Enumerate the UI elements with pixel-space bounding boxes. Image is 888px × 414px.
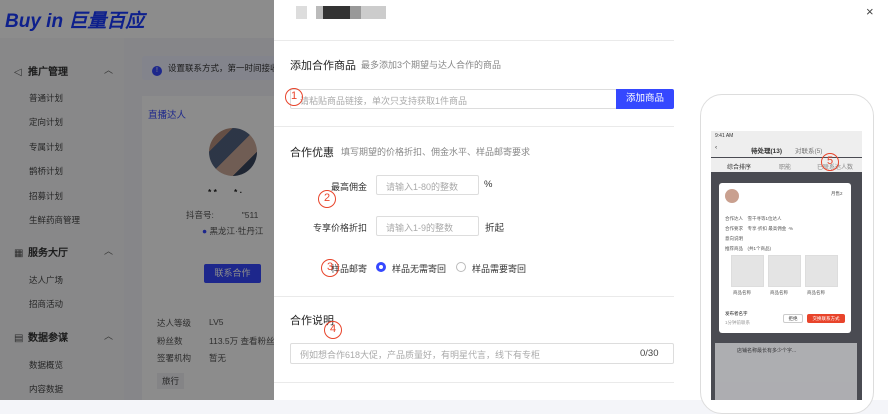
card-meta: 月售2 [831,191,843,196]
accept-button[interactable]: 交换联系方式 [807,314,845,323]
discount-label: 专享价格折扣 [313,223,368,233]
poster-name: 发布者名字 [725,311,748,316]
phone-subtab[interactable]: 职能 [779,162,791,171]
product-name: 商品名称 [807,290,825,295]
card-row: 合作达人 雪千寻等1位达人 [725,216,782,221]
annotation-marker-5: 5 [821,153,839,171]
phone-tab[interactable]: 待处理(13) [751,145,782,155]
card-row: 合作要求 专享·折扣 最高佣金 ·% [725,226,793,231]
phone-subtab[interactable]: 综合排序 [727,162,751,171]
notes-counter: 0/30 [640,348,659,359]
annotation-marker-2: 2 [318,190,336,208]
phone-nav-bar: ‹ 待处理(13) 对联系(5) [711,141,862,157]
phone-request-card: 月售2 合作达人 雪千寻等1位达人 合作要求 专享·折扣 最高佣金 ·% 意向说… [719,183,851,333]
radio-label-no-return[interactable]: 样品无需寄回 [392,262,446,275]
add-product-button[interactable]: 添加商品 [616,89,674,109]
divider [274,126,674,127]
divider [274,382,674,383]
notes-input[interactable]: 例如想合作618大促，产品质量好，有明星代言，线下有专柜 [290,343,674,364]
discount-input[interactable]: 请输入1-9的整数 [376,216,479,236]
product-image [731,255,764,287]
drawer-title-masked [296,6,386,19]
section-subtitle-product: 最多添加3个期望与达人合作的商品 [361,60,502,70]
phone-subtabs: 综合排序 职能 已联系达人数 [711,158,862,172]
card-row: 推荐商品 (共1个商品) [725,246,771,251]
poster-time: 1分钟前联系 [725,320,751,325]
radio-label-return[interactable]: 样品需要寄回 [472,262,526,275]
annotation-marker-1: 1 [285,88,303,106]
discount-unit: 折起 [485,223,505,234]
radio-no-return[interactable] [376,262,386,272]
store-name: 店铺名称最长有多少个字... [737,348,797,354]
phone-tab[interactable]: 对联系(5) [795,145,822,155]
product-link-input[interactable]: 请粘贴商品链接，单次只支持获取1件商品 [290,89,617,109]
product-image [768,255,801,287]
commission-unit: % [484,179,493,190]
back-icon[interactable]: ‹ [715,144,717,151]
divider [274,40,674,41]
reject-button[interactable]: 拒绝 [783,314,803,323]
product-name: 商品名称 [733,290,751,295]
avatar [725,189,739,203]
section-title-product: 添加合作商品 [290,60,356,72]
section-title-offer: 合作优惠 [290,147,334,159]
annotation-marker-4: 4 [324,321,342,339]
commission-label: 最高佣金 [331,182,368,192]
divider [274,296,674,297]
phone-screen: 9:41 AM ‹ 待处理(13) 对联系(5) 综合排序 职能 已联系达人数 … [711,131,862,400]
phone-list-item: 店铺名称最长有多少个字... [715,343,857,400]
card-row: 意向说明 [725,236,743,241]
radio-return[interactable] [456,262,466,272]
annotation-marker-3: 3 [321,259,339,277]
commission-input[interactable]: 请输入1-80的整数 [376,175,479,195]
section-subtitle-offer: 填写期望的价格折扣、佣金水平、样品邮寄要求 [341,147,531,157]
product-name: 商品名称 [770,290,788,295]
product-image [805,255,838,287]
close-icon[interactable]: × [866,4,874,19]
phone-status-bar: 9:41 AM [711,131,862,141]
